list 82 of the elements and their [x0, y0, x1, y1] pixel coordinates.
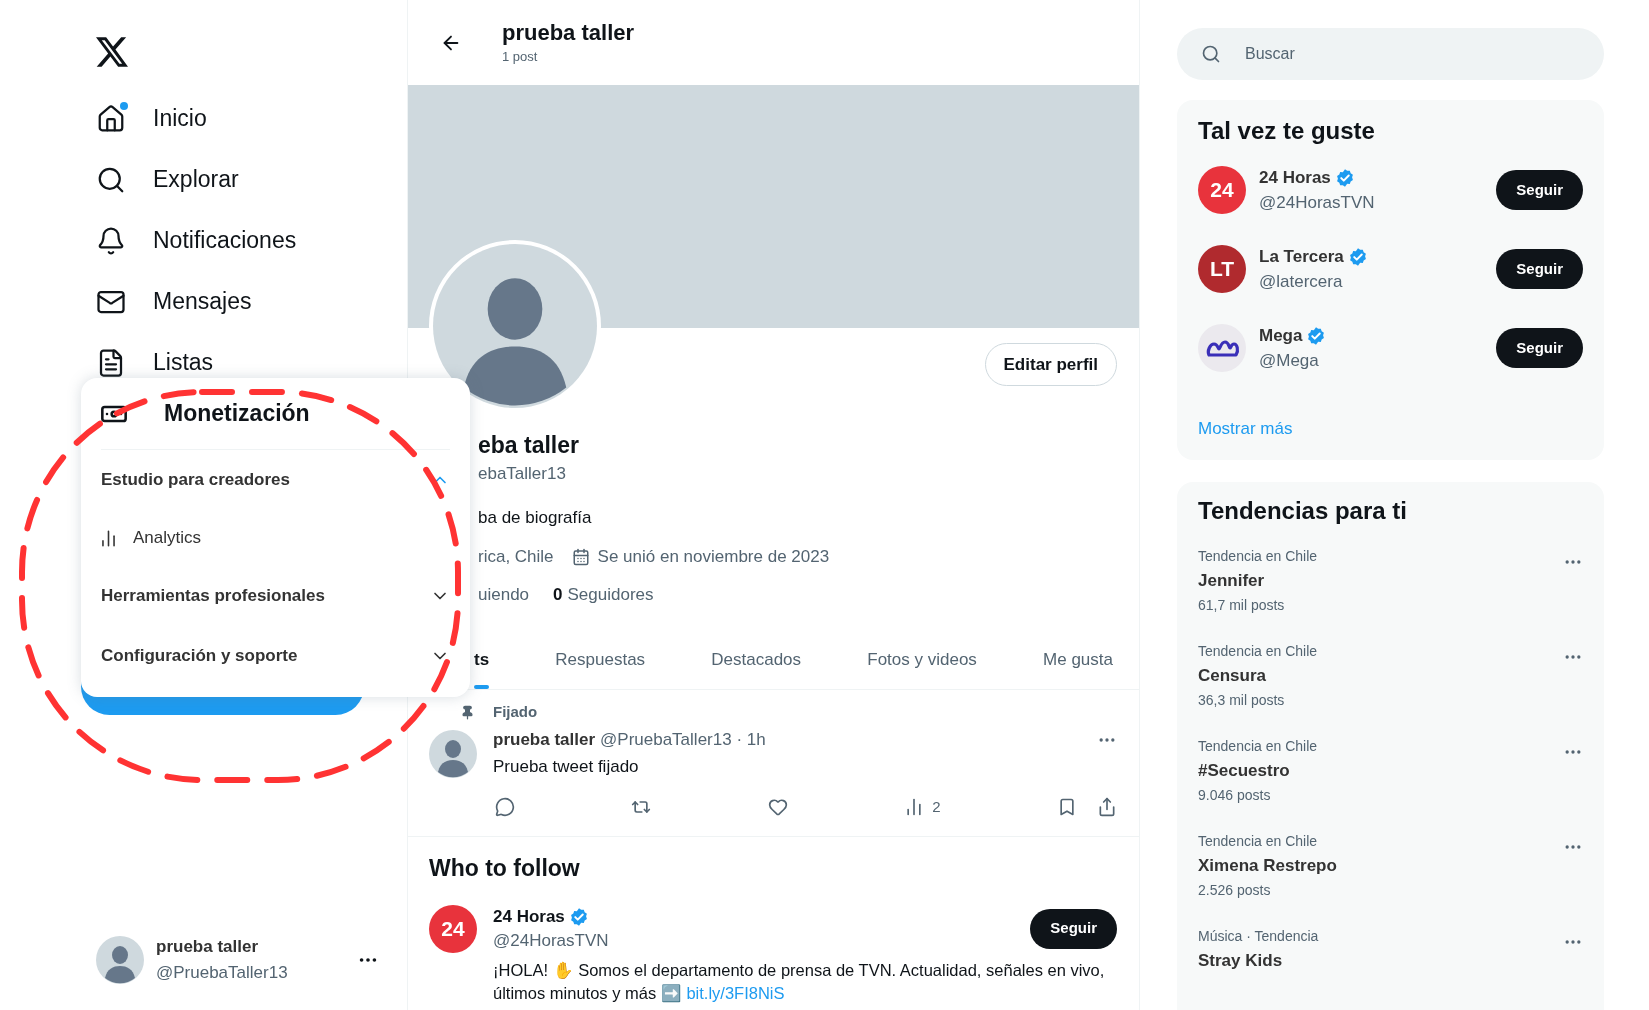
account-avatar [1198, 324, 1246, 372]
follow-button[interactable]: Seguir [1030, 908, 1117, 949]
home-icon [96, 103, 126, 134]
reply-icon[interactable] [495, 797, 515, 818]
trend-post-count: 36,3 mil posts [1198, 691, 1286, 710]
profile-tab[interactable]: Me gusta [1043, 630, 1113, 689]
verified-badge-icon [568, 906, 589, 927]
like-icon[interactable] [767, 797, 788, 818]
trend-post-count: 61,7 mil posts [1198, 596, 1286, 615]
pin-icon [460, 705, 475, 720]
post-text: Prueba tweet fijado [493, 756, 640, 778]
menu-item[interactable]: Analytics [81, 510, 470, 566]
profile-tab[interactable]: Respuestas [555, 630, 646, 689]
menu-section[interactable]: Estudio para creadores [81, 450, 470, 510]
profile-tab[interactable]: ts [474, 630, 490, 689]
verified-badge-icon [1306, 325, 1327, 346]
nav-item[interactable]: Explorar [0, 149, 407, 210]
calendar-icon [571, 548, 590, 566]
trend-name[interactable]: Censura [1198, 661, 1318, 690]
profile-bio: ba de biografía [478, 507, 593, 529]
menu-section[interactable]: Configuración y soporte [81, 626, 470, 686]
verified-badge-icon [1334, 167, 1355, 188]
trend-context: Tendencia en Chile [1198, 642, 1318, 661]
account-name[interactable]: 24 Horas [493, 904, 565, 929]
follow-button[interactable]: Seguir [1496, 328, 1583, 368]
trend-name[interactable]: #Secuestro [1198, 756, 1318, 785]
account-handle: @latercera [1259, 271, 1344, 293]
nav-item[interactable]: Listas [0, 332, 407, 393]
pinned-label: Fijado [493, 702, 539, 722]
profile-location: rica, Chile [478, 546, 554, 568]
user-avatar [429, 730, 477, 778]
trend-context: Tendencia en Chile [1198, 832, 1319, 851]
trend-post-count: 9.046 posts [1198, 786, 1272, 805]
trend-context: Música · Tendencia [1198, 927, 1319, 946]
post-meta: @PruebaTaller13 · 1h [600, 729, 766, 751]
views-count: 2 [932, 797, 941, 817]
post-count: 1 post [502, 47, 539, 66]
menu-title[interactable]: Monetización [164, 396, 310, 431]
followers-label[interactable]: Seguidores [567, 583, 654, 607]
account-handle: @24HorasTVN [493, 929, 609, 952]
x-logo-icon[interactable] [96, 37, 128, 67]
profile-name: eba taller [478, 432, 580, 458]
search-icon [1201, 44, 1221, 64]
trend-name[interactable]: Stray Kids [1198, 946, 1319, 975]
post-author[interactable]: prueba taller [493, 729, 596, 751]
account-name[interactable]: Mega [1259, 323, 1303, 348]
profile-handle: ebaTaller13 [478, 463, 567, 485]
nav-item[interactable]: Notificaciones [0, 210, 407, 271]
follow-button[interactable]: Seguir [1496, 249, 1583, 289]
menu-section[interactable]: Herramientas profesionales [81, 566, 470, 626]
account-avatar: LT [1198, 245, 1246, 293]
trend-context: Tendencia en Chile [1198, 737, 1318, 756]
analytics-icon [99, 528, 118, 548]
nav-item[interactable]: Mensajes [0, 271, 407, 332]
trend-name[interactable]: Jennifer [1198, 566, 1318, 595]
search-field[interactable]: Buscar [1177, 28, 1604, 80]
account-name[interactable]: 24 Horas [1259, 165, 1331, 190]
profile-title: prueba taller [502, 18, 635, 47]
card-title: Tendencias para ti [1198, 496, 1408, 526]
account-bio: ¡HOLA! ✋ Somos el departamento de prensa de TVN. Actualidad, señales en vivo, últimos minutos y más ➡ bit.ly/3FI8NiS [493, 959, 1106, 1005]
trend-context: Tendencia en Chile [1198, 547, 1318, 566]
followers-count[interactable]: 0 [553, 583, 563, 607]
account-name[interactable]: La Tercera [1259, 244, 1344, 269]
bell-icon [96, 225, 126, 256]
account-handle: @Mega [1259, 350, 1320, 372]
account-handle: @24HorasTVN [1259, 192, 1375, 214]
nav-item[interactable]: Inicio [0, 88, 407, 149]
account-handle: @PruebaTaller13 [156, 962, 288, 984]
section-title: Who to follow [429, 853, 581, 883]
card-title: Tal vez te guste [1198, 116, 1376, 146]
trend-post-count: 2.526 posts [1198, 881, 1272, 900]
trend-name[interactable]: Ximena Restrepo [1198, 851, 1337, 880]
account-name: prueba taller [156, 936, 260, 958]
profile-tab[interactable]: Destacados [711, 630, 802, 689]
join-date: Se unió en noviembre de 2023 [597, 546, 830, 568]
verified-badge-icon [1347, 246, 1368, 267]
account-avatar: 24 [429, 904, 477, 953]
user-avatar [96, 936, 144, 984]
follow-button[interactable]: Seguir [1496, 170, 1583, 210]
profile-tab[interactable]: Fotos y videos [867, 630, 977, 689]
following-label[interactable]: uiendo [478, 583, 530, 607]
account-avatar: 24 [1198, 166, 1246, 214]
